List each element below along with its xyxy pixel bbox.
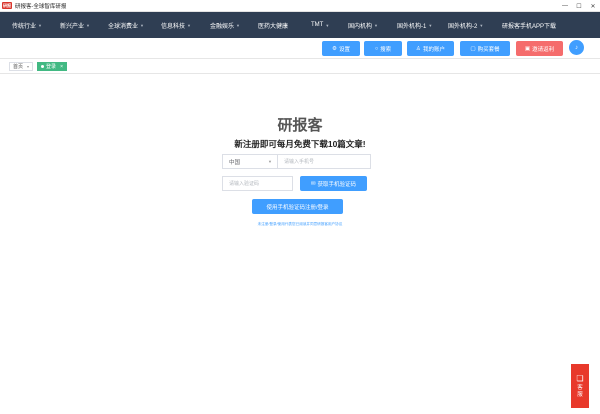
maximize-icon[interactable]: ☐: [572, 0, 586, 12]
get-code-label: 获取手机验证码: [317, 181, 357, 188]
chevron-down-icon: ▼: [479, 22, 484, 28]
verification-code-input[interactable]: [222, 176, 293, 191]
my-account-button[interactable]: ♙ 我的账户: [407, 41, 454, 56]
settings-button[interactable]: ⚙ 设置: [322, 41, 360, 56]
buy-label: 购买套餐: [477, 46, 500, 53]
nav-item-foreign-2[interactable]: 国外机构-2 ▼: [448, 21, 483, 30]
chat-icon: ❏: [576, 373, 584, 383]
chevron-down-icon: ▾: [26, 64, 29, 69]
search-button[interactable]: ○ 搜索: [364, 41, 402, 56]
message-icon: ✉: [310, 180, 316, 187]
window-titlebar: 研报 研报客-全球智库研报 — ☐ ✕: [0, 0, 600, 12]
nav-item-traditional[interactable]: 传统行业 ▼: [12, 21, 42, 30]
nav-item-label: 医药大健康: [258, 23, 289, 30]
nav-item-domestic[interactable]: 国内机构 ▼: [348, 21, 378, 30]
nav-item-it[interactable]: 信息科技 ▼: [161, 21, 191, 30]
gear-icon: ⚙: [332, 45, 337, 52]
nav-item-emerging[interactable]: 新兴产业 ▼: [60, 21, 90, 30]
nav-item-label: 国内机构: [348, 23, 373, 30]
nav-item-tmt[interactable]: TMT ▼: [311, 22, 329, 28]
login-panel: 研报客 新注册即可每月免费下载10篇文章! 中国 ▼ ✉ 获取手机验证码 使用手…: [0, 75, 600, 414]
buy-package-button[interactable]: ▢ 购买套餐: [460, 41, 510, 56]
account-label: 我的账户: [422, 46, 445, 53]
chevron-down-icon: ▼: [325, 22, 330, 28]
nav-item-finance[interactable]: 金融娱乐 ▼: [210, 21, 240, 30]
gift-icon: ▣: [524, 45, 531, 52]
nav-item-label: TMT: [311, 22, 324, 28]
chevron-down-icon: ▼: [187, 22, 191, 28]
invite-rebate-button[interactable]: ▣ 邀请返利: [516, 41, 563, 56]
slogan: 新注册即可每月免费下载10篇文章!: [234, 139, 366, 149]
country-select[interactable]: 中国 ▼: [222, 154, 277, 169]
tab-login-label: 登录: [46, 64, 57, 70]
service-label: 客服: [577, 384, 583, 398]
active-dot-icon: [41, 65, 44, 68]
invite-label: 邀请返利: [532, 46, 555, 53]
nav-item-foreign-1[interactable]: 国外机构-1 ▼: [397, 21, 432, 30]
login-submit-button[interactable]: 使用手机验证码注册/登录: [252, 199, 343, 214]
settings-label: 设置: [338, 46, 350, 53]
chevron-down-icon: ▼: [236, 22, 240, 28]
close-icon[interactable]: ×: [60, 64, 63, 70]
toolbar: ⚙ 设置 ○ 搜索 ♙ 我的账户 ▢ 购买套餐 ▣ 邀请返利: [0, 38, 600, 58]
minimize-icon[interactable]: —: [558, 0, 572, 12]
nav-item-label: 国外机构-2: [448, 23, 478, 30]
tab-home[interactable]: 首页 ▾: [9, 62, 33, 71]
submit-label: 使用手机验证码注册/登录: [266, 204, 329, 211]
window-title: 研报客-全球智库研报: [15, 3, 67, 10]
nav-item-label: 国外机构-1: [397, 23, 427, 30]
nav-item-label: 研报客手机APP下载: [502, 23, 557, 30]
chevron-down-icon: ▼: [86, 22, 90, 28]
chevron-down-icon: ▼: [374, 22, 378, 28]
get-code-button[interactable]: ✉ 获取手机验证码: [300, 176, 367, 191]
nav-item-label: 信息科技: [161, 23, 186, 30]
tab-login[interactable]: 登录 ×: [37, 62, 67, 71]
page-tabs: 首页 ▾ 登录 ×: [0, 58, 600, 74]
nav-item-app-download[interactable]: 研报客手机APP下载: [502, 21, 556, 30]
search-icon: ○: [374, 45, 379, 52]
nav-item-label: 传统行业: [12, 23, 37, 30]
country-value: 中国: [229, 159, 241, 166]
nav-item-health[interactable]: 医药大健康: [258, 21, 288, 30]
window-controls: — ☐ ✕: [558, 0, 600, 12]
nav-item-consumer[interactable]: 全球消费业 ▼: [108, 21, 144, 30]
main-nav: 传统行业 ▼ 新兴产业 ▼ 全球消费业 ▼ 信息科技 ▼ 金融娱乐 ▼ 医药大健康 TMT…: [0, 12, 600, 38]
chevron-down-icon: ▼: [38, 22, 42, 28]
phone-input[interactable]: [277, 154, 371, 169]
chevron-down-icon: ▼: [428, 22, 433, 28]
chevron-down-icon: ▼: [140, 22, 144, 28]
notification-bell-icon[interactable]: ♪: [569, 40, 584, 55]
chevron-down-icon: ▼: [268, 159, 272, 164]
agreement-link[interactable]: 未注册/登录/使用代表您已阅读并同意研报客用户协议: [0, 222, 600, 227]
nav-item-label: 全球消费业: [108, 23, 139, 30]
page-title: 研报客: [277, 117, 323, 134]
close-icon[interactable]: ✕: [586, 0, 600, 12]
lock-icon: ▢: [470, 45, 476, 52]
customer-service-button[interactable]: ❏ 客服: [571, 364, 589, 408]
tab-home-label: 首页: [13, 64, 24, 70]
nav-item-label: 金融娱乐: [210, 23, 235, 30]
app-logo-icon: 研报: [2, 2, 12, 9]
search-label: 搜索: [380, 46, 392, 53]
user-icon: ♙: [416, 45, 421, 52]
nav-item-label: 新兴产业: [60, 23, 85, 30]
